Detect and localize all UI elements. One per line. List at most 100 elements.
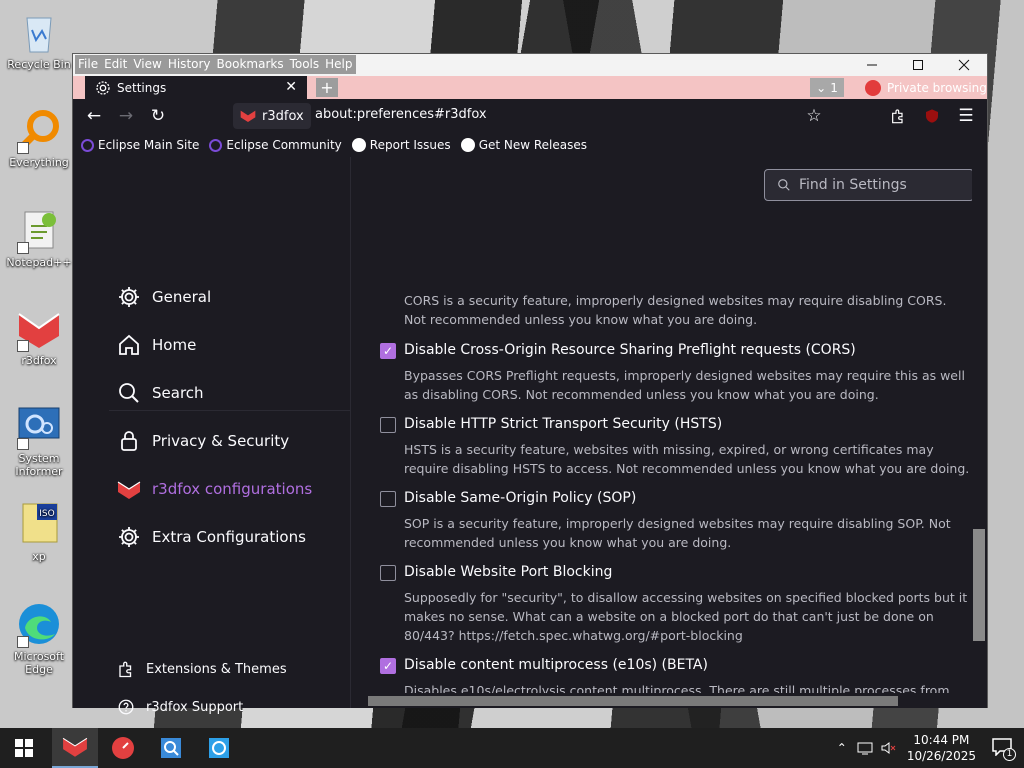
tab-close-button[interactable]: ✕: [285, 79, 297, 95]
pref-row-sop: Disable Same-Origin Policy (SOP) SOP is …: [380, 490, 970, 556]
taskbar-clock[interactable]: 10:44 PM 10/26/2025: [907, 732, 976, 764]
sidebar-divider: [109, 410, 351, 411]
search-icon: [778, 179, 790, 191]
checkbox-cors-preflight[interactable]: ✓: [380, 343, 396, 359]
pref-label: Disable content multiprocess (e10s) (BET…: [404, 657, 708, 673]
close-icon: [958, 59, 970, 71]
menu-help[interactable]: Help: [322, 55, 356, 74]
start-button[interactable]: [0, 728, 48, 768]
taskbar-app-r3dfox[interactable]: [52, 728, 98, 768]
checkbox-e10s[interactable]: ✓: [380, 658, 396, 674]
speaker-muted-icon[interactable]: [881, 741, 897, 755]
help-icon: [118, 699, 134, 715]
checkbox-port-blocking[interactable]: [380, 565, 396, 581]
desktop-icon-r3dfox[interactable]: r3dfox: [6, 304, 72, 367]
maximize-button[interactable]: [895, 54, 941, 76]
app-menu-button[interactable]: ☰: [955, 106, 977, 126]
desktop-icon-recycle-bin[interactable]: Recycle Bin: [6, 8, 72, 71]
menu-file[interactable]: File: [75, 55, 102, 74]
eclipse-icon: [209, 138, 223, 152]
sidebar-item-search[interactable]: Search: [117, 381, 204, 405]
shortcut-arrow-icon: [17, 636, 29, 648]
tab-settings[interactable]: Settings ✕: [85, 76, 307, 99]
sidebar-item-label: Extra Configurations: [152, 528, 306, 546]
bookmark-get-new-releases[interactable]: Get New Releases: [460, 138, 588, 152]
checkbox-sop[interactable]: [380, 491, 396, 507]
identity-box[interactable]: r3dfox: [233, 103, 311, 129]
navigation-toolbar: ← → ↻ r3dfox about:preferences#r3dfox ☆ …: [73, 99, 987, 133]
eclipse-icon: [81, 138, 94, 152]
desktop-icon-label: xp: [32, 550, 46, 563]
vertical-scrollbar-thumb[interactable]: [973, 529, 985, 641]
bookmark-label: Get New Releases: [478, 138, 588, 152]
desktop-icon-edge[interactable]: Microsoft Edge: [6, 600, 72, 676]
pref-label: Disable HTTP Strict Transport Security (…: [404, 416, 723, 432]
desktop-icon-label: Recycle Bin: [7, 58, 71, 71]
menu-history[interactable]: History: [164, 55, 214, 74]
preferences-pane: Find in Settings CORS is a security feat…: [352, 157, 972, 693]
gear-icon: [119, 527, 139, 547]
desktop-icon-system-informer[interactable]: System Informer: [6, 402, 72, 478]
find-in-settings-input[interactable]: Find in Settings: [764, 169, 972, 201]
sidebar-item-privacy-security[interactable]: Privacy & Security: [117, 429, 289, 453]
chevron-up-icon[interactable]: ⌃: [837, 741, 847, 755]
pref-description: Supposedly for "security", to disallow a…: [404, 590, 968, 643]
taskbar-app-configurator[interactable]: [100, 728, 146, 768]
arrow-left-icon: ←: [86, 106, 102, 126]
desktop-icon-everything[interactable]: Everything: [6, 106, 72, 169]
sidebar-item-general[interactable]: General: [117, 285, 211, 309]
close-window-button[interactable]: [941, 54, 987, 76]
taskbar-app-search-tool[interactable]: [148, 728, 194, 768]
lock-icon: [121, 431, 137, 451]
magnifier-app-icon: [161, 738, 181, 758]
menu-edit[interactable]: Edit: [101, 55, 131, 74]
preferences-content: General Home Search Privacy & Security r…: [73, 157, 987, 715]
sidebar-item-extensions-themes[interactable]: Extensions & Themes: [117, 660, 287, 678]
minimize-button[interactable]: [849, 54, 895, 76]
shortcut-arrow-icon: [17, 340, 29, 352]
reload-button[interactable]: ↻: [147, 106, 169, 126]
notifications-button[interactable]: 1: [992, 737, 1016, 761]
private-browsing-indicator: Private browsing: [865, 76, 987, 99]
bookmark-eclipse-main-site[interactable]: Eclipse Main Site: [81, 138, 199, 152]
network-icon[interactable]: [857, 741, 873, 755]
desktop-icon-xp-iso[interactable]: ISO xp: [6, 500, 72, 563]
ublock-button[interactable]: [921, 106, 943, 126]
r3dfox-icon: [62, 737, 88, 757]
pref-description: Disables e10s/electrolysis content multi…: [404, 683, 950, 693]
menu-tools[interactable]: Tools: [286, 55, 323, 74]
vertical-scrollbar[interactable]: [972, 157, 987, 693]
bookmark-report-issues[interactable]: Report Issues: [351, 138, 451, 152]
desktop-icon-label: System Informer: [15, 452, 63, 478]
sidebar-item-r3dfox-configurations[interactable]: r3dfox configurations: [117, 477, 312, 501]
desktop-icon-label: Notepad++: [6, 256, 72, 269]
shortcut-arrow-icon: [17, 438, 29, 450]
sidebar-item-label: Search: [152, 384, 204, 402]
menu-bookmarks[interactable]: Bookmarks: [213, 55, 287, 74]
new-tab-button[interactable]: +: [316, 78, 338, 97]
menu-view[interactable]: View: [130, 55, 165, 74]
sidebar-item-extra-configurations[interactable]: Extra Configurations: [117, 525, 306, 549]
sidebar-item-label: r3dfox Support: [146, 699, 244, 715]
desktop-icon-notepadpp[interactable]: Notepad++: [6, 206, 72, 269]
pref-label: Disable Website Port Blocking: [404, 564, 613, 580]
extensions-button[interactable]: [887, 106, 909, 126]
sidebar-item-home[interactable]: Home: [117, 333, 196, 357]
chevron-down-icon: ⌄: [816, 80, 827, 95]
checkbox-hsts[interactable]: [380, 417, 396, 433]
sidebar-item-label: Extensions & Themes: [146, 661, 287, 677]
bookmark-star-button[interactable]: ☆: [803, 106, 825, 126]
forward-button[interactable]: →: [115, 106, 137, 126]
horizontal-scrollbar[interactable]: [352, 693, 972, 708]
browser-window: File Edit View History Bookmarks Tools H…: [72, 53, 988, 715]
taskbar-app-system-informer[interactable]: [196, 728, 242, 768]
sidebar-item-r3dfox-support[interactable]: r3dfox Support: [117, 698, 243, 716]
tab-list-button[interactable]: ⌄ 1: [810, 78, 844, 97]
pref-label: Disable Same-Origin Policy (SOP): [404, 490, 637, 506]
bookmark-eclipse-community[interactable]: Eclipse Community: [209, 138, 342, 152]
url-bar[interactable]: about:preferences#r3dfox: [315, 107, 487, 122]
horizontal-scrollbar-thumb[interactable]: [368, 696, 898, 706]
back-button[interactable]: ←: [83, 106, 105, 126]
minimize-icon: [867, 64, 877, 66]
desktop-icon-label: Microsoft Edge: [13, 650, 65, 676]
